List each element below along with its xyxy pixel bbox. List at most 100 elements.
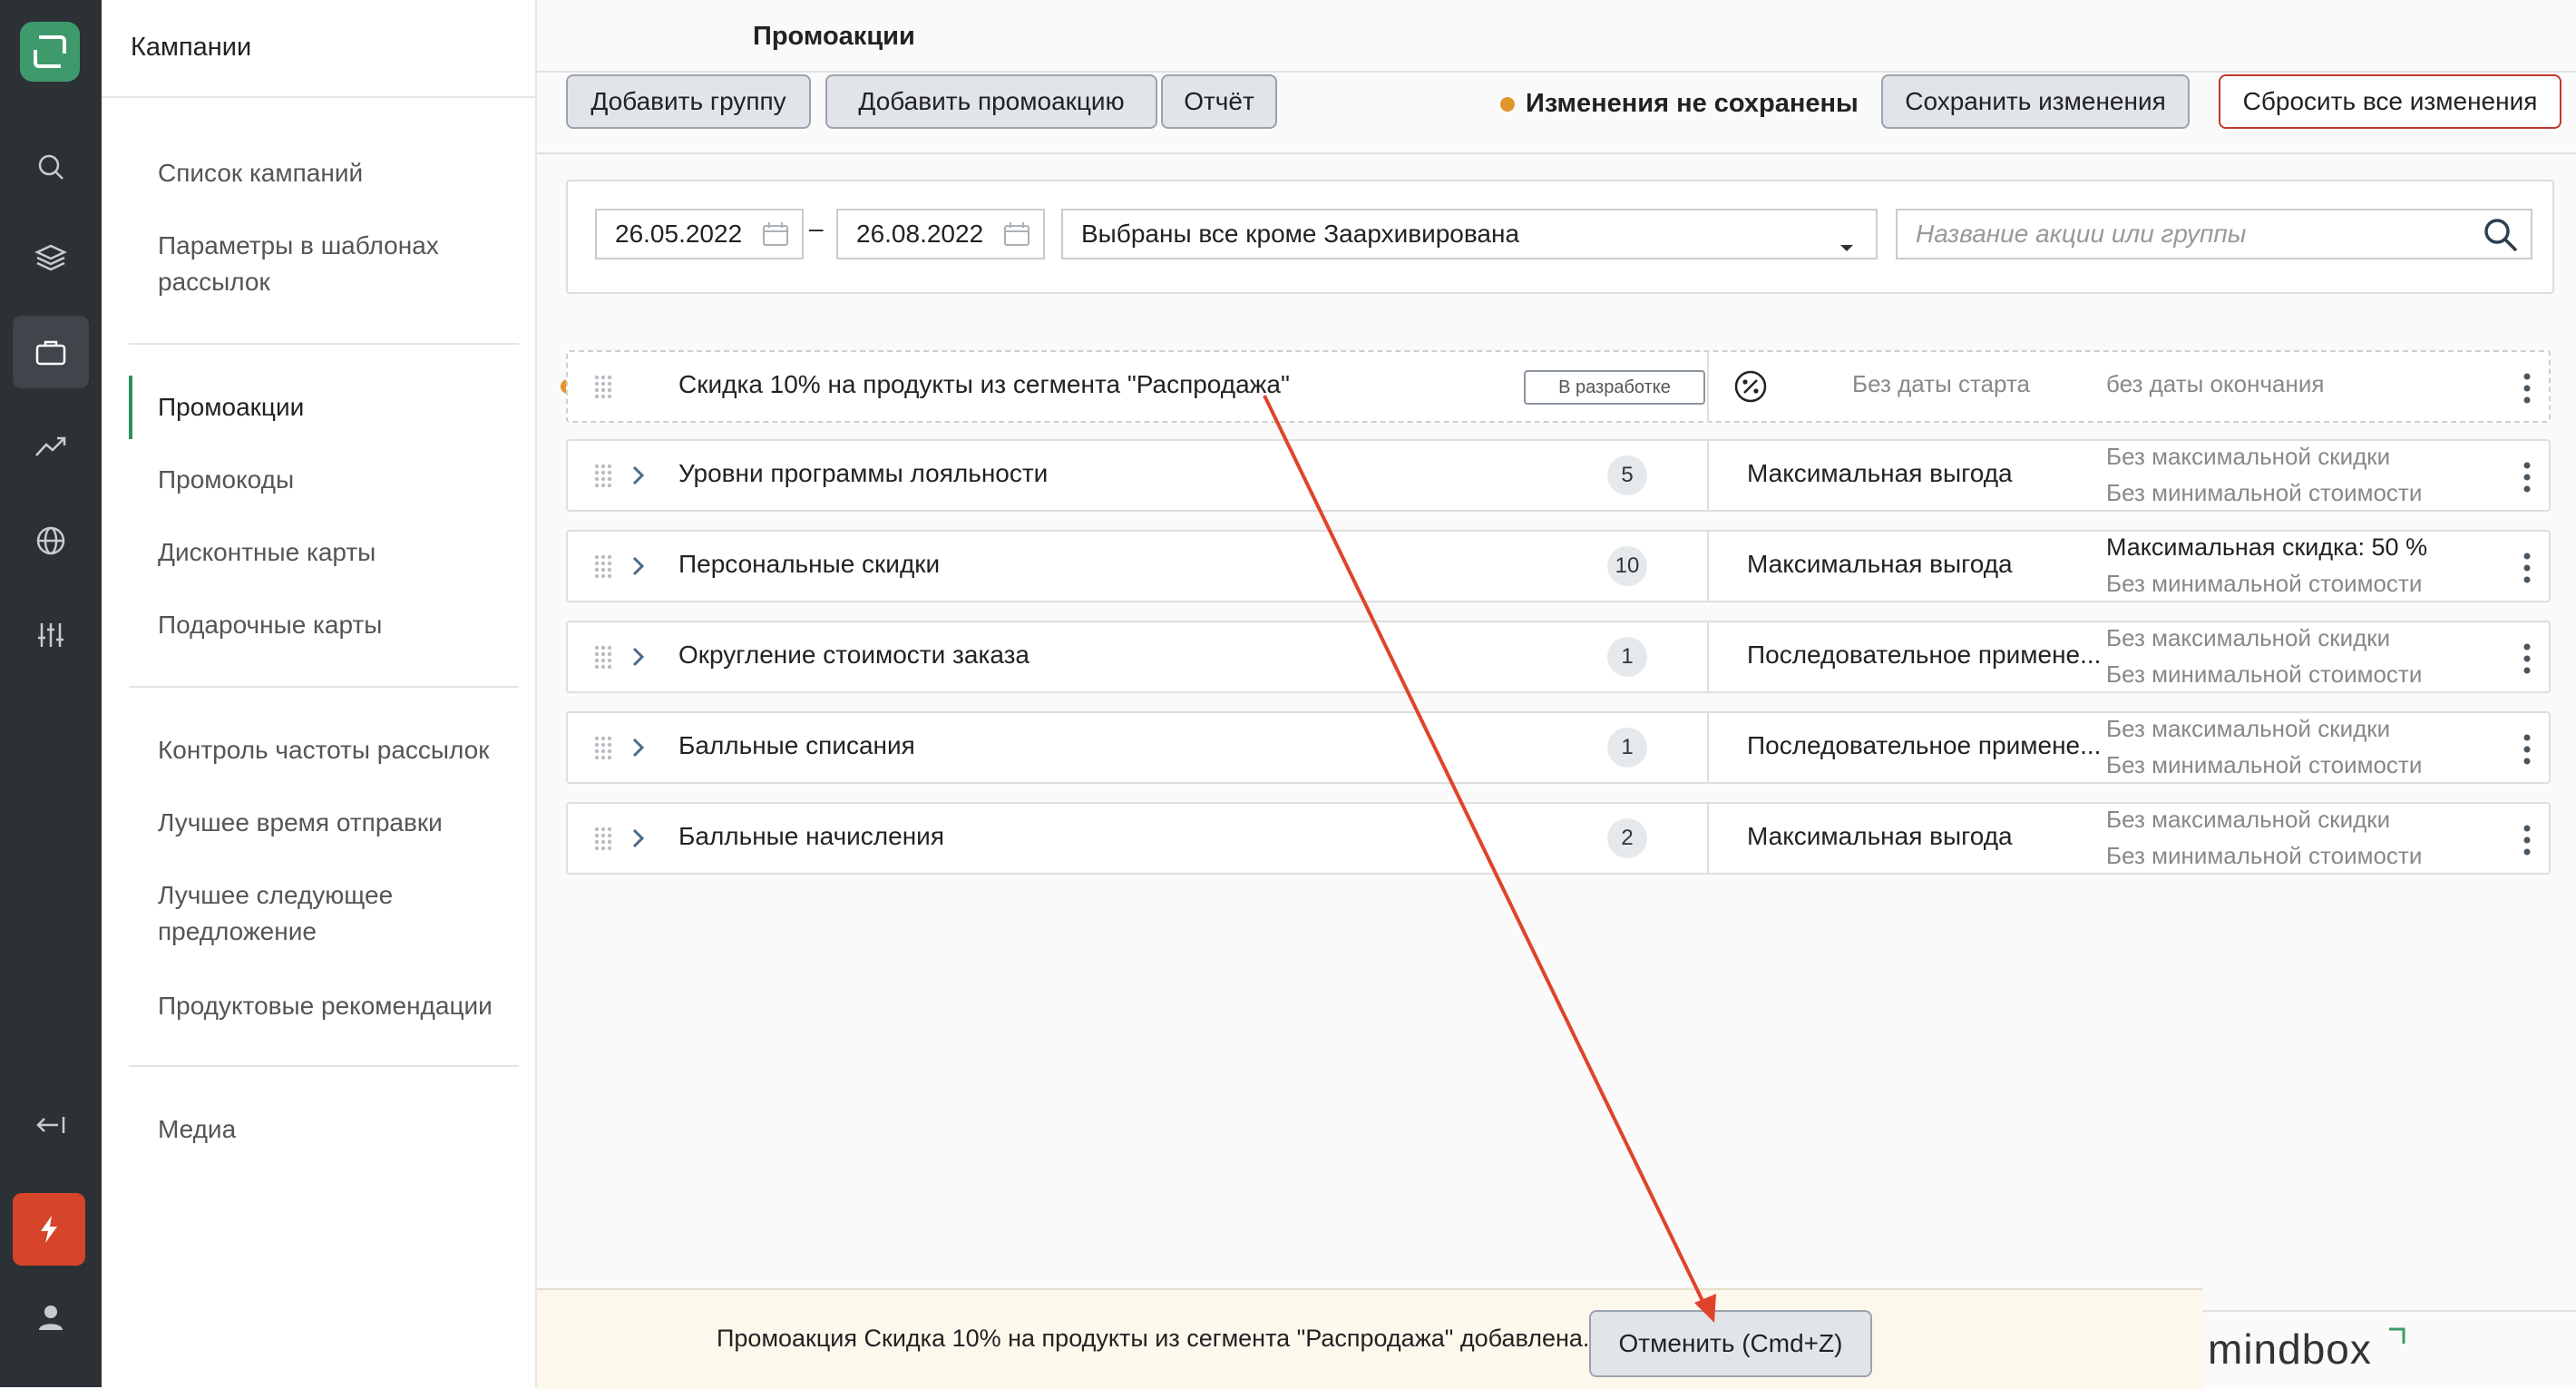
min-cost: Без минимальной стоимости	[2106, 479, 2423, 506]
page-title: Промоакции	[753, 22, 915, 51]
calendar-icon[interactable]	[1003, 221, 1030, 253]
unsaved-dot	[1500, 96, 1515, 112]
nav-next-best-offer[interactable]: Лучшее следующее предложение	[158, 877, 521, 950]
divider	[102, 96, 535, 98]
group-row[interactable]: Балльные списания 1 Последовательное при…	[566, 711, 2551, 784]
group-row[interactable]: Балльные начисления 2 Максимальная выгод…	[566, 802, 2551, 875]
save-button[interactable]: Сохранить изменения	[1881, 74, 2190, 129]
status-select-value: Выбраны все кроме Заархивирована	[1081, 220, 1520, 248]
min-cost: Без минимальной стоимости	[2106, 751, 2423, 778]
group-mode: Последовательное примене...	[1747, 731, 2102, 759]
collapse-icon[interactable]	[0, 1089, 102, 1161]
nav-media[interactable]: Медиа	[158, 1111, 521, 1148]
add-group-button[interactable]: Добавить группу	[566, 74, 811, 129]
brand-mark-icon	[2387, 1326, 2407, 1351]
kebab-menu-icon[interactable]	[2522, 372, 2532, 409]
drag-handle-icon[interactable]	[593, 463, 613, 494]
date-dash: –	[809, 214, 824, 242]
nav-template-params[interactable]: Параметры в шаблонах рассылок	[158, 228, 521, 300]
group-row[interactable]: Персональные скидки 10 Максимальная выго…	[566, 530, 2551, 602]
group-name[interactable]: Уровни программы лояльности	[678, 459, 1048, 488]
count-badge: 5	[1607, 455, 1647, 495]
nav-discount-cards[interactable]: Дисконтные карты	[158, 534, 521, 571]
date-from-input[interactable]: 26.05.2022	[595, 209, 804, 259]
max-discount: Максимальная скидка: 50 %	[2106, 533, 2428, 561]
count-badge: 2	[1607, 818, 1647, 858]
drag-handle-icon[interactable]	[593, 735, 613, 767]
sliders-icon[interactable]	[0, 599, 102, 671]
logo-icon[interactable]	[20, 22, 80, 82]
search-placeholder: Название акции или группы	[1916, 220, 2247, 248]
search-icon[interactable]	[0, 131, 102, 203]
nav-best-send-time[interactable]: Лучшее время отправки	[158, 805, 521, 841]
nav-gift-cards[interactable]: Подарочные карты	[158, 607, 521, 643]
drag-handle-icon[interactable]	[593, 553, 613, 585]
undo-button[interactable]: Отменить (Cmd+Z)	[1589, 1310, 1872, 1377]
kebab-menu-icon[interactable]	[2522, 552, 2532, 589]
trend-icon[interactable]	[0, 410, 102, 483]
promo-row[interactable]: Скидка 10% на продукты из сегмента "Расп…	[566, 350, 2551, 423]
nav-promotions[interactable]: Промоакции	[158, 389, 521, 426]
date-to-value: 26.08.2022	[856, 220, 984, 248]
group-mode: Максимальная выгода	[1747, 822, 2013, 850]
status-select[interactable]: Выбраны все кроме Заархивирована	[1061, 209, 1878, 259]
drag-handle-icon[interactable]	[593, 374, 613, 406]
globe-icon[interactable]	[0, 504, 102, 577]
reset-button[interactable]: Сбросить все изменения	[2219, 74, 2561, 129]
group-mode: Максимальная выгода	[1747, 550, 2013, 578]
chevron-down-icon	[1839, 230, 1854, 259]
chevron-right-icon[interactable]	[631, 827, 646, 854]
group-name[interactable]: Балльные списания	[678, 731, 915, 760]
search-icon[interactable]	[2482, 216, 2520, 260]
subnav-header: Кампании	[131, 33, 252, 62]
calendar-icon[interactable]	[762, 221, 789, 253]
divider	[1707, 711, 1709, 784]
chevron-right-icon[interactable]	[631, 646, 646, 672]
min-cost: Без минимальной стоимости	[2106, 660, 2423, 688]
date-from-value: 26.05.2022	[615, 220, 743, 248]
drag-handle-icon[interactable]	[593, 826, 613, 857]
chevron-right-icon[interactable]	[631, 555, 646, 582]
group-row[interactable]: Уровни программы лояльности 5 Максимальн…	[566, 439, 2551, 512]
kebab-menu-icon[interactable]	[2522, 461, 2532, 498]
nav-campaign-list[interactable]: Список кампаний	[158, 155, 521, 191]
kebab-menu-icon[interactable]	[2522, 642, 2532, 680]
main-area: Промоакции Добавить группу Добавить пром…	[537, 0, 2576, 1389]
active-indicator	[129, 376, 132, 439]
filter-panel: 26.05.2022 – 26.08.2022 Выбраны все кром…	[566, 180, 2554, 294]
layers-icon[interactable]	[0, 221, 102, 294]
promo-name[interactable]: Скидка 10% на продукты из сегмента "Расп…	[678, 370, 1290, 399]
nav-product-recommendations[interactable]: Продуктовые рекомендации	[158, 988, 521, 1024]
nav-promocodes[interactable]: Промокоды	[158, 462, 521, 498]
bolt-icon[interactable]	[13, 1193, 85, 1266]
divider	[1707, 439, 1709, 512]
undo-toast: Промоакция Скидка 10% на продукты из сег…	[537, 1288, 2202, 1389]
kebab-menu-icon[interactable]	[2522, 824, 2532, 861]
group-name[interactable]: Персональные скидки	[678, 550, 940, 579]
max-discount: Без максимальной скидки	[2106, 715, 2391, 742]
title-bar: Промоакции	[537, 0, 2576, 73]
divider	[1707, 621, 1709, 693]
nav-frequency-control[interactable]: Контроль частоты рассылок	[158, 732, 521, 768]
kebab-menu-icon[interactable]	[2522, 733, 2532, 770]
briefcase-icon[interactable]	[13, 316, 89, 388]
chevron-right-icon[interactable]	[631, 737, 646, 763]
group-mode: Последовательное примене...	[1747, 641, 2102, 669]
max-discount: Без максимальной скидки	[2106, 443, 2391, 470]
date-to-input[interactable]: 26.08.2022	[836, 209, 1045, 259]
drag-handle-icon[interactable]	[593, 644, 613, 676]
group-name[interactable]: Балльные начисления	[678, 822, 944, 851]
chevron-right-icon[interactable]	[631, 465, 646, 491]
divider	[1707, 802, 1709, 875]
add-promo-button[interactable]: Добавить промоакцию	[825, 74, 1157, 129]
group-name[interactable]: Округление стоимости заказа	[678, 641, 1029, 670]
search-input[interactable]: Название акции или группы	[1896, 209, 2532, 259]
group-row[interactable]: Округление стоимости заказа 1 Последоват…	[566, 621, 2551, 693]
divider	[129, 1065, 519, 1067]
max-discount: Без максимальной скидки	[2106, 624, 2391, 651]
report-button[interactable]: Отчёт	[1161, 74, 1277, 129]
user-icon[interactable]	[0, 1281, 102, 1354]
divider	[129, 686, 519, 688]
toast-message: Промоакция Скидка 10% на продукты из сег…	[717, 1325, 1590, 1352]
campaigns-subnav: Кампании Список кампаний Параметры в шаб…	[102, 0, 537, 1387]
